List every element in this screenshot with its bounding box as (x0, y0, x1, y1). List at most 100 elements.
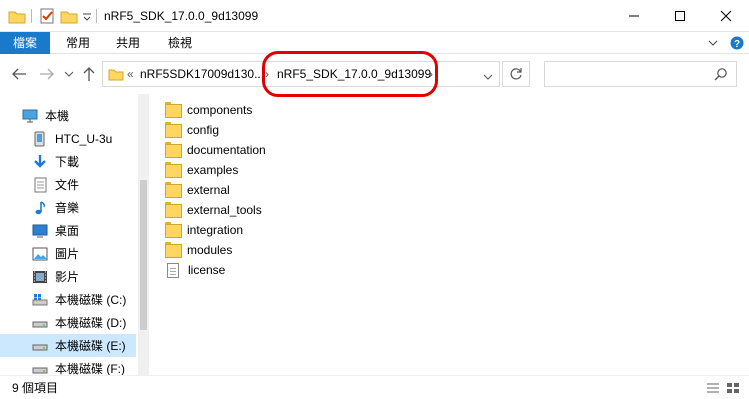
tab-file[interactable]: 檔案 (0, 32, 50, 54)
list-item[interactable]: integration (165, 220, 243, 240)
tab-view[interactable]: 檢視 (160, 32, 200, 54)
tab-share[interactable]: 共用 (108, 32, 148, 54)
forward-button[interactable] (38, 64, 56, 84)
pictures-icon (32, 246, 48, 262)
customize-toolbar-icon[interactable] (82, 7, 92, 25)
sidebar-item-label: 桌面 (55, 224, 80, 238)
maximize-icon (675, 11, 685, 21)
refresh-icon (510, 68, 522, 80)
sidebar-item-this-pc[interactable]: 本機 (0, 104, 136, 127)
list-item[interactable]: components (165, 100, 252, 120)
address-dropdown-icon[interactable] (483, 70, 493, 80)
folder-icon (165, 102, 182, 118)
search-icon[interactable] (714, 67, 728, 81)
sidebar-item-music[interactable]: 音樂 (0, 196, 136, 219)
folder-icon (165, 222, 182, 238)
arrow-left-icon (12, 68, 26, 80)
navigation-scrollbar[interactable] (138, 94, 149, 375)
folder-icon (165, 122, 182, 138)
file-name: modules (187, 243, 233, 257)
navigation-pane: 本機 HTC_U-3u 下載 文件 音樂 桌面 圖片 影片 本機磁碟 (C:) … (0, 94, 150, 375)
status-bar: 9 個項目 (0, 375, 749, 399)
file-name: examples (187, 163, 239, 177)
properties-icon[interactable] (38, 7, 56, 25)
download-icon (32, 154, 48, 170)
sidebar-item-drive-c[interactable]: 本機磁碟 (C:) (0, 288, 136, 311)
svg-text:?: ? (734, 39, 740, 50)
file-name: documentation (187, 143, 266, 157)
title-divider (96, 9, 97, 23)
file-name: external_tools (187, 203, 262, 217)
phone-icon (32, 131, 48, 147)
address-overflow[interactable]: « (127, 62, 134, 86)
item-count: 9 個項目 (12, 381, 59, 395)
folder-icon (108, 66, 124, 82)
details-view-icon[interactable] (706, 382, 720, 394)
sidebar-item-label: 本機磁碟 (C:) (55, 293, 127, 307)
file-name: config (187, 123, 220, 137)
sidebar-item-label: 本機磁碟 (E:) (55, 339, 126, 353)
sidebar-item-documents[interactable]: 文件 (0, 173, 136, 196)
quick-access-toolbar (8, 0, 96, 32)
desktop-icon (32, 223, 48, 239)
toolbar-divider (31, 9, 32, 23)
file-icon (167, 262, 179, 278)
file-list: components config documentation examples… (165, 98, 735, 368)
sidebar-item-label: 文件 (55, 178, 80, 192)
list-item[interactable]: license (165, 260, 225, 280)
folder-icon (165, 162, 182, 178)
list-item[interactable]: documentation (165, 140, 266, 160)
window-title: nRF5_SDK_17.0.0_9d13099 (104, 9, 259, 23)
sidebar-item-drive-e[interactable]: 本機磁碟 (E:) (0, 334, 136, 357)
up-button[interactable] (80, 64, 98, 84)
file-name: integration (187, 223, 244, 237)
list-item[interactable]: config (165, 120, 219, 140)
list-item[interactable]: modules (165, 240, 232, 260)
large-icons-view-icon[interactable] (726, 382, 740, 394)
file-name: license (188, 263, 226, 277)
sidebar-item-label: 音樂 (55, 201, 80, 215)
close-button[interactable] (703, 0, 749, 32)
folder-icon (165, 202, 182, 218)
tab-home[interactable]: 常用 (58, 32, 98, 54)
drive-icon (32, 315, 48, 331)
breadcrumb-parent[interactable]: nRF5SDK17009d130... (140, 62, 264, 86)
drive-icon (32, 361, 48, 376)
sidebar-item-label: HTC_U-3u (55, 131, 113, 146)
help-icon[interactable]: ? (730, 36, 744, 50)
sidebar-item-desktop[interactable]: 桌面 (0, 219, 136, 242)
sidebar-item-drive-d[interactable]: 本機磁碟 (D:) (0, 311, 136, 334)
new-folder-icon[interactable] (60, 7, 78, 25)
sidebar-item-label: 下載 (55, 155, 80, 169)
list-item[interactable]: examples (165, 160, 238, 180)
arrow-up-icon (83, 67, 95, 81)
video-icon (32, 269, 48, 285)
list-item[interactable]: external (165, 180, 230, 200)
annotation-highlight (262, 51, 438, 97)
document-icon (32, 177, 48, 193)
close-icon (720, 10, 732, 22)
back-button[interactable] (10, 64, 28, 84)
sidebar-item-pictures[interactable]: 圖片 (0, 242, 136, 265)
recent-locations-button[interactable] (63, 64, 75, 84)
arrow-right-icon (40, 68, 54, 80)
minimize-button[interactable] (611, 0, 657, 32)
ribbon-controls: ? (706, 32, 744, 54)
folder-icon (165, 242, 182, 258)
sidebar-item-drive-f[interactable]: 本機磁碟 (F:) (0, 357, 136, 375)
sidebar-item-htc[interactable]: HTC_U-3u (0, 127, 136, 150)
sidebar-item-downloads[interactable]: 下載 (0, 150, 136, 173)
computer-icon (22, 108, 38, 124)
maximize-button[interactable] (657, 0, 703, 32)
search-input[interactable] (544, 61, 737, 87)
scrollbar-thumb[interactable] (140, 180, 147, 330)
sidebar-item-label: 本機磁碟 (D:) (55, 316, 127, 330)
folder-icon (8, 7, 26, 25)
windows-drive-icon (32, 292, 48, 308)
ribbon-expand-icon[interactable] (706, 36, 720, 50)
refresh-button[interactable] (502, 61, 530, 87)
sidebar-item-videos[interactable]: 影片 (0, 265, 136, 288)
file-name: external (187, 183, 230, 197)
list-item[interactable]: external_tools (165, 200, 262, 220)
file-name: components (187, 103, 253, 117)
